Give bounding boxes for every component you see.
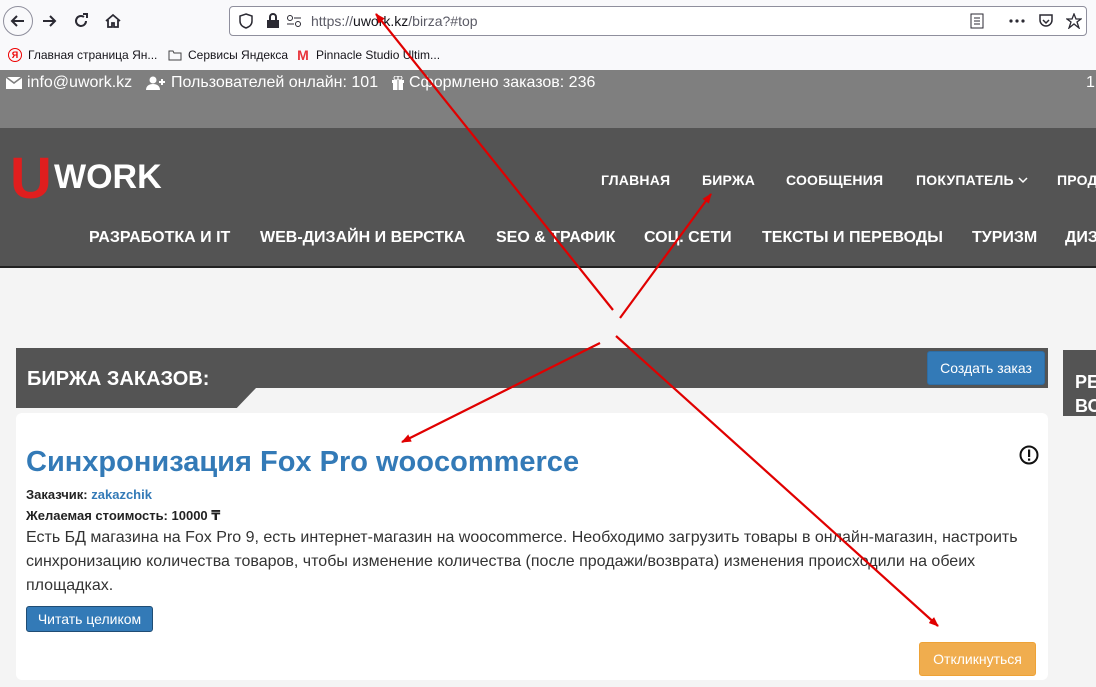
add-user-icon (146, 76, 165, 90)
bookmark-pinnacle[interactable]: M Pinnacle Studio Ultim... (296, 47, 440, 63)
url-text: https://uwork.kz/birza?#top (311, 13, 478, 29)
browser-toolbar: https://uwork.kz/birza?#top (0, 0, 1096, 44)
customer-link[interactable]: zakazchik (91, 487, 152, 502)
logo-graphic: U WORK (10, 146, 162, 211)
permissions-icon (287, 15, 301, 27)
nav-seller[interactable]: ПРОД (1057, 172, 1096, 188)
sidebar-widget-header: РЕ ВО (1063, 350, 1096, 416)
read-more-button[interactable]: Читать целиком (26, 606, 153, 632)
category-development-it[interactable]: РАЗРАБОТКА И IT (89, 229, 230, 247)
logo-letter-u: U (10, 146, 52, 200)
topbar-right-text: 1 (1086, 74, 1095, 91)
report-button[interactable] (1019, 445, 1039, 465)
shield-icon (239, 13, 253, 29)
site-info-bar: info@uwork.kz Пользователей онлайн: 101 … (0, 70, 1096, 128)
order-customer: Заказчик: zakazchik (26, 487, 152, 502)
order-price: Желаемая стоимость: 10000 ₸ (26, 508, 221, 523)
reader-view-icon[interactable] (970, 13, 984, 29)
site-header: U WORK ГЛАВНАЯ БИРЖА СООБЩЕНИЯ ПОКУПАТЕЛ… (0, 128, 1096, 268)
category-texts-translations[interactable]: ТЕКСТЫ И ПЕРЕВОДЫ (762, 229, 943, 247)
folder-icon (168, 48, 182, 62)
contact-email[interactable]: info@uwork.kz (6, 74, 132, 92)
bookmark-yandex-services[interactable]: Сервисы Яндекса (168, 48, 288, 62)
nav-messages[interactable]: СООБЩЕНИЯ (786, 172, 883, 188)
back-button[interactable] (3, 6, 33, 36)
category-social[interactable]: СОЦ. СЕТИ (644, 229, 732, 247)
create-order-button[interactable]: Создать заказ (927, 351, 1045, 385)
exchange-title-tab (16, 388, 256, 408)
gift-icon (392, 76, 404, 90)
more-actions-icon[interactable] (1008, 13, 1026, 29)
pinnacle-icon: M (297, 47, 309, 63)
uwork-logo[interactable]: U WORK (10, 144, 175, 211)
bookmark-star-icon[interactable] (1066, 13, 1082, 29)
forward-button[interactable] (34, 6, 64, 36)
category-seo-traffic[interactable]: SEO & ТРАФИК (496, 229, 615, 247)
nav-home[interactable]: ГЛАВНАЯ (601, 172, 670, 188)
nav-exchange[interactable]: БИРЖА (702, 172, 755, 188)
order-description: Есть БД магазина на Fox Pro 9, есть инте… (26, 529, 1018, 594)
envelope-icon (6, 77, 22, 89)
exclamation-circle-icon (1019, 445, 1039, 465)
pocket-icon[interactable] (1038, 13, 1054, 29)
bookmarks-bar: Я Главная страница Ян... Сервисы Яндекса… (0, 44, 1096, 71)
nav-buyer[interactable]: ПОКУПАТЕЛЬ (916, 172, 1028, 188)
users-online: Пользователей онлайн: 101 (146, 74, 378, 92)
logo-word: WORK (54, 158, 162, 196)
exchange-title: БИРЖА ЗАКАЗОВ: (27, 368, 210, 390)
address-bar[interactable]: https://uwork.kz/birza?#top (229, 6, 1087, 36)
orders-count: Сформлено заказов: 236 (392, 74, 595, 92)
home-icon (105, 13, 121, 28)
category-web-design[interactable]: WEB-ДИЗАЙН И ВЕРСТКА (260, 229, 465, 247)
lock-icon (267, 13, 279, 28)
order-title-link[interactable]: Синхронизация Fox Pro woocommerce (26, 446, 579, 479)
chevron-down-icon (1018, 177, 1028, 184)
bookmark-yandex[interactable]: Я Главная страница Ян... (8, 48, 157, 62)
reload-button[interactable] (66, 6, 96, 36)
home-button[interactable] (98, 6, 128, 36)
respond-button[interactable]: Откликнуться (919, 642, 1036, 676)
back-arrow-icon (10, 15, 24, 27)
forward-arrow-icon (43, 15, 57, 27)
reload-icon (75, 13, 88, 27)
category-design[interactable]: ДИЗ (1065, 229, 1096, 247)
yandex-icon: Я (8, 48, 22, 62)
category-tourism[interactable]: ТУРИЗМ (972, 229, 1037, 247)
